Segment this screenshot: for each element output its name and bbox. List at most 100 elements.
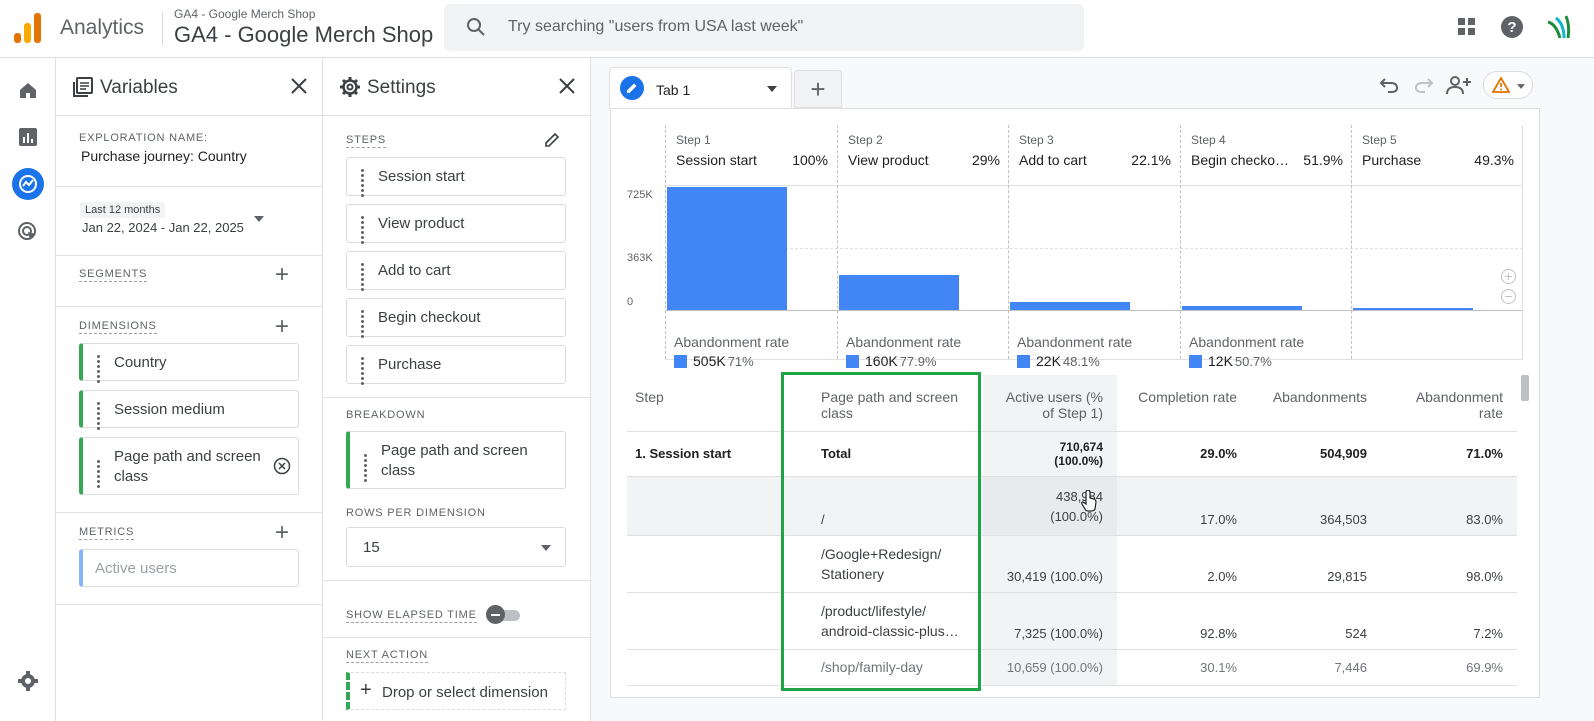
table-row[interactable]: /shop/family-day 10,659 (100.0%) 30.1% 7… <box>627 649 1517 686</box>
add-metric-icon[interactable]: + <box>275 521 289 545</box>
funnel-step-column[interactable]: Step 1 Session start 100% Abandonment rate 5… <box>665 125 836 369</box>
path-cell[interactable]: / <box>783 476 983 536</box>
edit-tab-icon[interactable] <box>620 76 644 100</box>
zoom-out-icon[interactable]: − <box>1501 289 1516 304</box>
abandonment-rate-label: Abandonment rate <box>846 334 962 350</box>
path-cell[interactable]: /shop/family-day <box>783 649 983 686</box>
table-row[interactable]: / 438,984 (100.0%) 17.0% 364,503 83.0% <box>627 476 1517 536</box>
step-percentage: 29% <box>971 152 1000 168</box>
dimension-chip-page-path[interactable]: Page path and screen class <box>79 437 299 495</box>
undo-icon[interactable] <box>1379 76 1399 94</box>
abandonment-rate-cell: 71.0% <box>1381 431 1517 477</box>
step-chip-add-to-cart[interactable]: Add to cart <box>346 251 566 293</box>
drag-handle-icon[interactable] <box>361 357 369 387</box>
property-selector[interactable]: GA4 - Google Merch Shop <box>174 22 433 48</box>
funnel-step-column[interactable]: Step 3 Add to cart 22.1% Abandonment rate 22… <box>1008 125 1179 369</box>
drag-handle-icon[interactable] <box>361 169 369 199</box>
step-number: Step 4 <box>1191 133 1226 147</box>
abandonment-value[interactable]: 22K 48.1% <box>1017 353 1100 369</box>
edit-pencil-icon[interactable] <box>544 132 560 148</box>
divider <box>1522 125 1523 359</box>
funnel-bar[interactable] <box>839 274 959 310</box>
sampling-warning-button[interactable] <box>1483 71 1533 99</box>
funnel-bar[interactable] <box>667 187 787 310</box>
column-header-completion-rate[interactable]: Completion rate <box>1117 375 1251 432</box>
drag-handle-icon[interactable] <box>97 402 105 432</box>
column-header-step[interactable]: Step <box>627 375 783 432</box>
abandonment-value[interactable]: 505K 71% <box>674 353 754 369</box>
abandonment-value[interactable]: 12K 50.7% <box>1189 353 1272 369</box>
advertising-nav[interactable] <box>12 216 44 248</box>
dimension-chip-country[interactable]: Country <box>79 343 299 383</box>
zoom-in-icon[interactable]: + <box>1501 269 1516 284</box>
step-chip-session-start[interactable]: Session start <box>346 157 566 199</box>
help-icon[interactable]: ? <box>1499 14 1525 40</box>
path-cell[interactable]: /Google+Redesign/ Stationery <box>783 535 983 593</box>
close-icon[interactable] <box>558 77 576 95</box>
funnel-bar[interactable] <box>1353 307 1473 310</box>
reports-nav[interactable] <box>12 121 44 153</box>
metric-chip-active-users[interactable]: Active users <box>79 549 299 587</box>
abandonment-count: 12K <box>1208 353 1233 369</box>
dimension-chip-session-medium[interactable]: Session medium <box>79 390 299 430</box>
funnel-step-column[interactable]: Step 5 Purchase 49.3% <box>1351 125 1522 359</box>
settings-gear-icon <box>18 671 38 691</box>
column-header-abandonment-rate[interactable]: Abandonment rate <box>1381 375 1517 432</box>
elapsed-time-toggle[interactable] <box>486 605 522 625</box>
breakdown-chip[interactable]: Page path and screen class <box>346 431 566 489</box>
drag-handle-icon[interactable] <box>97 460 105 490</box>
explore-nav[interactable] <box>12 168 44 200</box>
vertical-scrollbar[interactable] <box>1521 375 1529 401</box>
path-cell[interactable]: /product/lifestyle/ android-classic-plus… <box>783 592 983 650</box>
add-dimension-icon[interactable]: + <box>275 315 289 339</box>
table-row[interactable]: /product/lifestyle/ android-classic-plus… <box>627 592 1517 650</box>
column-header-abandonments[interactable]: Abandonments <box>1251 375 1381 432</box>
funnel-bar[interactable] <box>1182 305 1302 310</box>
chevron-down-icon[interactable] <box>767 86 777 92</box>
drag-handle-icon[interactable] <box>361 310 369 340</box>
drag-handle-icon[interactable] <box>361 216 369 246</box>
remove-circle-icon[interactable] <box>273 457 291 475</box>
home-nav[interactable] <box>12 74 44 106</box>
reports-icon <box>19 128 37 146</box>
property-account[interactable]: GA4 - Google Merch Shop <box>174 7 315 21</box>
step-chip-purchase[interactable]: Purchase <box>346 345 566 387</box>
chevron-down-icon <box>541 545 551 551</box>
search-bar[interactable]: Try searching "users from USA last week" <box>444 4 1084 51</box>
y-tick: 0 <box>627 296 634 308</box>
abandonment-value[interactable]: 160K 77.9% <box>846 353 937 369</box>
funnel-step-column[interactable]: Step 4 Begin checko… 51.9% Abandonment rate… <box>1180 125 1351 369</box>
apps-grid-icon[interactable] <box>1454 14 1480 40</box>
drag-handle-icon[interactable] <box>364 454 372 484</box>
search-input[interactable]: Try searching "users from USA last week" <box>508 18 803 36</box>
add-tab-button[interactable]: + <box>794 70 842 108</box>
add-segment-icon[interactable]: + <box>275 263 289 287</box>
top-bar: Analytics GA4 - Google Merch Shop GA4 - … <box>0 0 1594 58</box>
abandonments-cell: 524 <box>1251 592 1381 650</box>
redo-icon[interactable] <box>1414 76 1434 94</box>
funnel-bar[interactable] <box>1010 302 1130 310</box>
close-icon[interactable] <box>290 77 308 95</box>
completion-cell: 17.0% <box>1117 476 1251 536</box>
exploration-name-input[interactable]: Purchase journey: Country <box>81 148 247 164</box>
column-header-active-users[interactable]: Active users (% of Step 1) <box>983 375 1117 432</box>
table-row[interactable]: 1. Session start Total 710,674 (100.0%) 2… <box>627 431 1517 477</box>
funnel-step-column[interactable]: Step 2 View product 29% Abandonment rate 160… <box>837 125 1008 369</box>
admin-nav[interactable] <box>12 665 44 697</box>
tab-1[interactable]: Tab 1 <box>609 67 792 109</box>
analytics-logo-icon[interactable] <box>14 13 42 43</box>
abandonment-count: 160K <box>865 353 898 369</box>
step-chip-view-product[interactable]: View product <box>346 204 566 246</box>
drag-handle-icon[interactable] <box>361 263 369 293</box>
account-avatar-icon[interactable] <box>1544 12 1578 42</box>
abandonment-rate-cell: 83.0% <box>1381 476 1517 536</box>
next-action-drop-zone[interactable]: + Drop or select dimension <box>346 672 566 710</box>
table-row[interactable]: /Google+Redesign/ Stationery 30,419 (100… <box>627 535 1517 593</box>
step-name: Session start <box>676 152 757 168</box>
rows-per-dimension-select[interactable]: 15 <box>346 527 566 567</box>
share-add-person-icon[interactable] <box>1446 74 1472 96</box>
column-header-page-path[interactable]: Page path and screen class <box>783 375 983 432</box>
step-chip-begin-checkout[interactable]: Begin checkout <box>346 298 566 340</box>
drag-handle-icon[interactable] <box>97 355 105 385</box>
date-range-selector[interactable]: Last 12 months Jan 22, 2024 - Jan 22, 20… <box>80 202 300 238</box>
